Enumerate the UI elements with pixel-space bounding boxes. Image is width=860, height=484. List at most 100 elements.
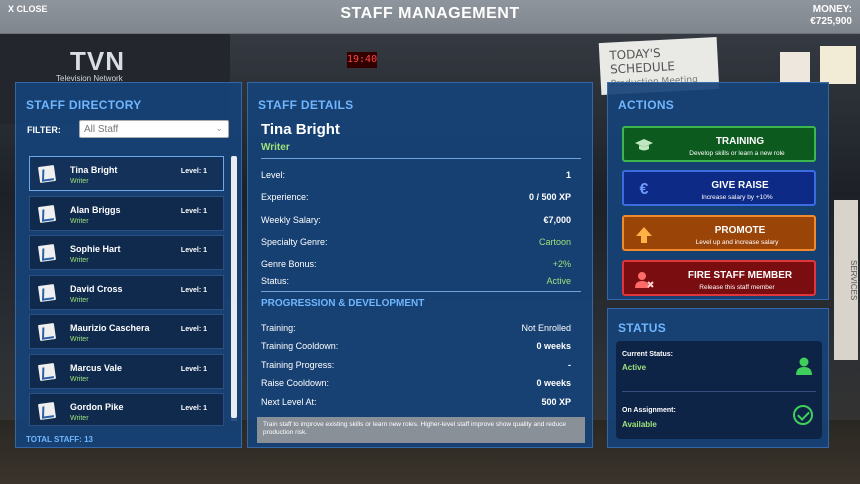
- document-icon: [37, 204, 57, 224]
- staff-details-panel: STAFF DETAILS Tina Bright Writer Level: …: [247, 82, 593, 448]
- staff-list-item[interactable]: Gordon Pike Writer Level: 1: [29, 393, 224, 426]
- staff-name: Tina Bright: [70, 165, 118, 175]
- staff-details-title: STAFF DETAILS: [258, 98, 354, 112]
- actions-title: ACTIONS: [618, 98, 675, 112]
- staff-name: Alan Briggs: [70, 205, 121, 215]
- promote-button[interactable]: PROMOTE Level up and increase salary: [622, 215, 816, 251]
- current-status-label: Current Status:: [622, 351, 673, 358]
- progression-value: 500 XP: [541, 397, 571, 407]
- staff-level: Level: 1: [180, 168, 207, 175]
- detail-label: Genre Bonus:: [261, 259, 317, 269]
- staff-list-item[interactable]: Maurizio Caschera Writer Level: 1: [29, 314, 224, 349]
- divider: [261, 291, 581, 292]
- divider: [622, 391, 816, 392]
- progression-value: -: [568, 360, 571, 370]
- filter-label: FILTER:: [27, 125, 61, 135]
- current-status-value: Active: [622, 363, 647, 372]
- staff-list-scrollbar[interactable]: [231, 156, 237, 418]
- progression-label: Next Level At:: [261, 397, 317, 407]
- filter-dropdown[interactable]: All Staff ⌄: [79, 120, 229, 138]
- money-value: €725,900: [810, 16, 852, 27]
- chevron-down-icon: ⌄: [215, 123, 223, 133]
- detail-value: 0 / 500 XP: [528, 192, 571, 202]
- euro-icon: €: [639, 181, 649, 198]
- progression-label: Training:: [261, 323, 296, 333]
- detail-label: Specialty Genre:: [261, 237, 328, 247]
- document-icon: [37, 401, 57, 421]
- progression-label: Raise Cooldown:: [261, 378, 330, 388]
- staff-level: Level: 1: [180, 405, 207, 412]
- graduation-cap-icon: [634, 136, 654, 156]
- training-label: TRAINING: [715, 136, 765, 147]
- wall-poster: SERVICES: [834, 200, 858, 360]
- detail-label: Status:: [261, 276, 290, 286]
- progression-value: Not Enrolled: [521, 323, 571, 333]
- staff-name: David Cross: [70, 284, 123, 294]
- wall-note-right: [820, 46, 856, 84]
- status-panel: STATUS Current Status: Active On Assignm…: [607, 308, 829, 448]
- give-raise-label: GIVE RAISE: [711, 180, 769, 191]
- staff-name: Maurizio Caschera: [70, 323, 150, 333]
- staff-name: Sophie Hart: [70, 244, 121, 254]
- arrow-up-icon: [634, 225, 654, 245]
- give-raise-description: Increase salary by +10%: [701, 194, 773, 201]
- staff-directory-title: STAFF DIRECTORY: [26, 98, 142, 112]
- progression-value: 0 weeks: [536, 341, 571, 351]
- detail-label: Experience:: [261, 192, 309, 202]
- staff-list-item[interactable]: Marcus Vale Writer Level: 1: [29, 354, 224, 389]
- total-staff-count: TOTAL STAFF: 13: [26, 435, 93, 444]
- fire-staff-label: FIRE STAFF MEMBER: [687, 270, 793, 281]
- staff-level: Level: 1: [180, 208, 207, 215]
- document-icon: [37, 362, 57, 382]
- filter-value: All Staff: [84, 124, 119, 135]
- staff-role: Writer: [70, 415, 89, 422]
- top-bar: X CLOSE STAFF MANAGEMENT MONEY: €725,900: [0, 0, 860, 34]
- assignment-label: On Assignment:: [622, 407, 676, 414]
- staff-name: Marcus Vale: [70, 363, 123, 373]
- staff-role: Writer: [70, 218, 89, 225]
- staff-list-item[interactable]: David Cross Writer Level: 1: [29, 275, 224, 310]
- fire-staff-description: Release this staff member: [699, 284, 775, 291]
- page-title: STAFF MANAGEMENT: [340, 5, 520, 22]
- staff-level: Level: 1: [180, 366, 207, 373]
- staff-list-item[interactable]: Alan Briggs Writer Level: 1: [29, 196, 224, 231]
- progression-title: PROGRESSION & DEVELOPMENT: [261, 298, 425, 309]
- staff-role: Writer: [70, 376, 89, 383]
- staff-role: Writer: [70, 297, 89, 304]
- staff-list-item[interactable]: Tina Bright Writer Level: 1: [29, 156, 224, 191]
- detail-label: Level:: [261, 170, 286, 180]
- give-raise-button[interactable]: € GIVE RAISE Increase salary by +10%: [622, 170, 816, 206]
- money-label: MONEY:: [812, 4, 852, 15]
- divider: [261, 158, 581, 159]
- staff-directory-panel: STAFF DIRECTORY FILTER: All Staff ⌄ Tina…: [15, 82, 242, 448]
- training-button[interactable]: TRAINING Develop skills or learn a new r…: [622, 126, 816, 162]
- detail-value: +2%: [552, 259, 571, 269]
- staff-level: Level: 1: [180, 247, 207, 254]
- training-hint: Train staff to improve existing skills o…: [257, 417, 585, 443]
- promote-description: Level up and increase salary: [695, 239, 779, 246]
- staff-role: Writer: [70, 178, 89, 185]
- staff-level: Level: 1: [180, 287, 207, 294]
- status-title: STATUS: [618, 321, 667, 335]
- remove-user-icon: [634, 270, 654, 290]
- staff-level: Level: 1: [180, 326, 207, 333]
- detail-value: 1: [565, 170, 571, 180]
- assignment-value: Available: [622, 420, 657, 429]
- fire-staff-button[interactable]: FIRE STAFF MEMBER Release this staff mem…: [622, 260, 816, 296]
- detail-value: €7,000: [543, 215, 571, 225]
- detail-label: Weekly Salary:: [261, 215, 321, 225]
- staff-role: Writer: [70, 336, 89, 343]
- tvn-logo: TVN: [70, 46, 125, 76]
- staff-list-item[interactable]: Sophie Hart Writer Level: 1: [29, 235, 224, 270]
- document-icon: [37, 164, 57, 184]
- progression-label: Training Cooldown:: [261, 341, 339, 351]
- actions-panel: ACTIONS TRAINING Develop skills or learn…: [607, 82, 829, 300]
- document-icon: [37, 283, 57, 303]
- user-icon: [794, 356, 814, 376]
- wall-note: [780, 52, 810, 82]
- progression-value: 0 weeks: [536, 378, 571, 388]
- document-icon: [37, 322, 57, 342]
- detail-staff-name: Tina Bright: [261, 121, 340, 138]
- training-description: Develop skills or learn a new role: [689, 150, 785, 157]
- schedule-title: TODAY'S SCHEDULE: [609, 45, 676, 77]
